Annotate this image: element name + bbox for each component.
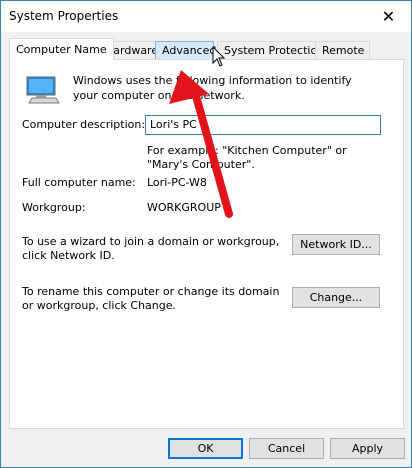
description-example-text: For example: "Kitchen Computer" or "Mary… xyxy=(147,144,347,171)
computer-description-label: Computer description: xyxy=(22,118,146,131)
full-computer-name-label: Full computer name: xyxy=(22,176,136,189)
network-id-description: To use a wizard to join a domain or work… xyxy=(22,235,280,262)
computer-description-input[interactable]: Lori's PC xyxy=(145,115,381,135)
close-icon: ✕ xyxy=(381,7,396,26)
title-bar: System Properties ✕ xyxy=(1,1,411,32)
tab-advanced[interactable]: Advanced xyxy=(155,41,217,59)
computer-icon xyxy=(26,76,60,104)
tab-system-protection[interactable]: System Protection xyxy=(217,41,324,59)
tab-label: Computer Name xyxy=(16,43,107,56)
computer-name-panel: Windows uses the following information t… xyxy=(9,59,404,429)
close-button[interactable]: ✕ xyxy=(366,1,411,32)
cancel-button[interactable]: Cancel xyxy=(249,438,324,459)
mouse-pointer-icon xyxy=(212,46,226,67)
change-description: To rename this computer or change its do… xyxy=(22,285,280,312)
network-id-button[interactable]: Network ID... xyxy=(292,234,380,255)
apply-button[interactable]: Apply xyxy=(330,438,405,459)
tab-label: Advanced xyxy=(162,44,217,57)
tab-computer-name[interactable]: Computer Name xyxy=(9,38,114,60)
system-properties-window: System Properties ✕ Computer Name Hardwa… xyxy=(0,0,412,468)
tab-remote[interactable]: Remote xyxy=(315,41,370,59)
intro-text: Windows uses the following information t… xyxy=(73,74,352,102)
workgroup-label: Workgroup: xyxy=(22,201,86,214)
window-title: System Properties xyxy=(9,9,119,23)
tab-label: System Protection xyxy=(224,44,325,57)
ok-button[interactable]: OK xyxy=(168,438,243,459)
full-computer-name-value: Lori-PC-W8 xyxy=(147,176,207,189)
change-button[interactable]: Change... xyxy=(292,287,380,308)
tab-label: Remote xyxy=(322,44,365,57)
workgroup-value: WORKGROUP xyxy=(147,201,221,214)
